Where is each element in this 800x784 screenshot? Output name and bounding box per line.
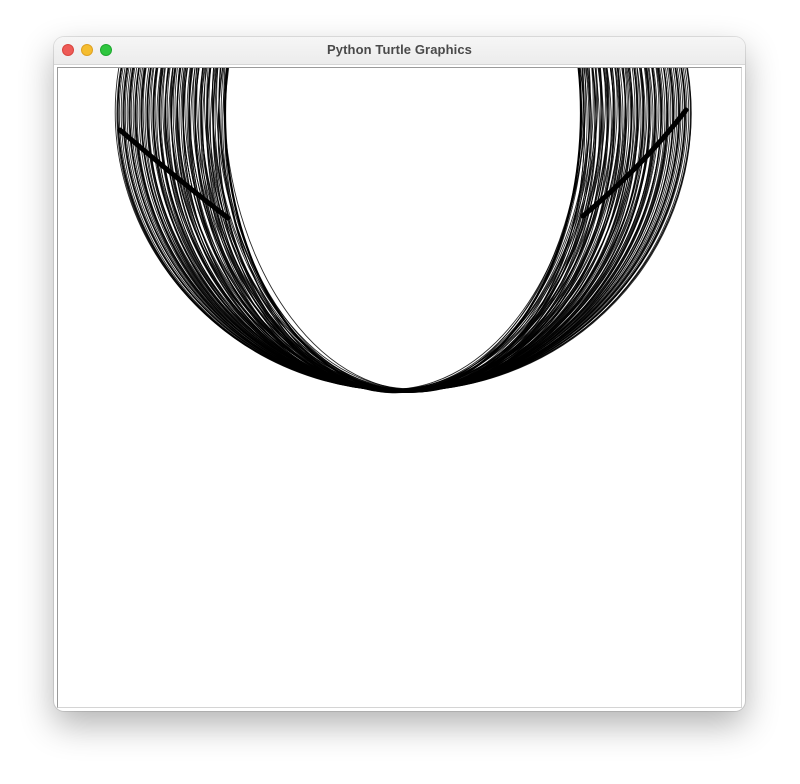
- turtle-window: Python Turtle Graphics: [54, 37, 745, 711]
- turtle-drawing-canvas[interactable]: [58, 68, 741, 707]
- window-title: Python Turtle Graphics: [327, 42, 472, 57]
- window-titlebar[interactable]: Python Turtle Graphics: [54, 37, 745, 65]
- turtle-canvas-frame: [57, 67, 742, 708]
